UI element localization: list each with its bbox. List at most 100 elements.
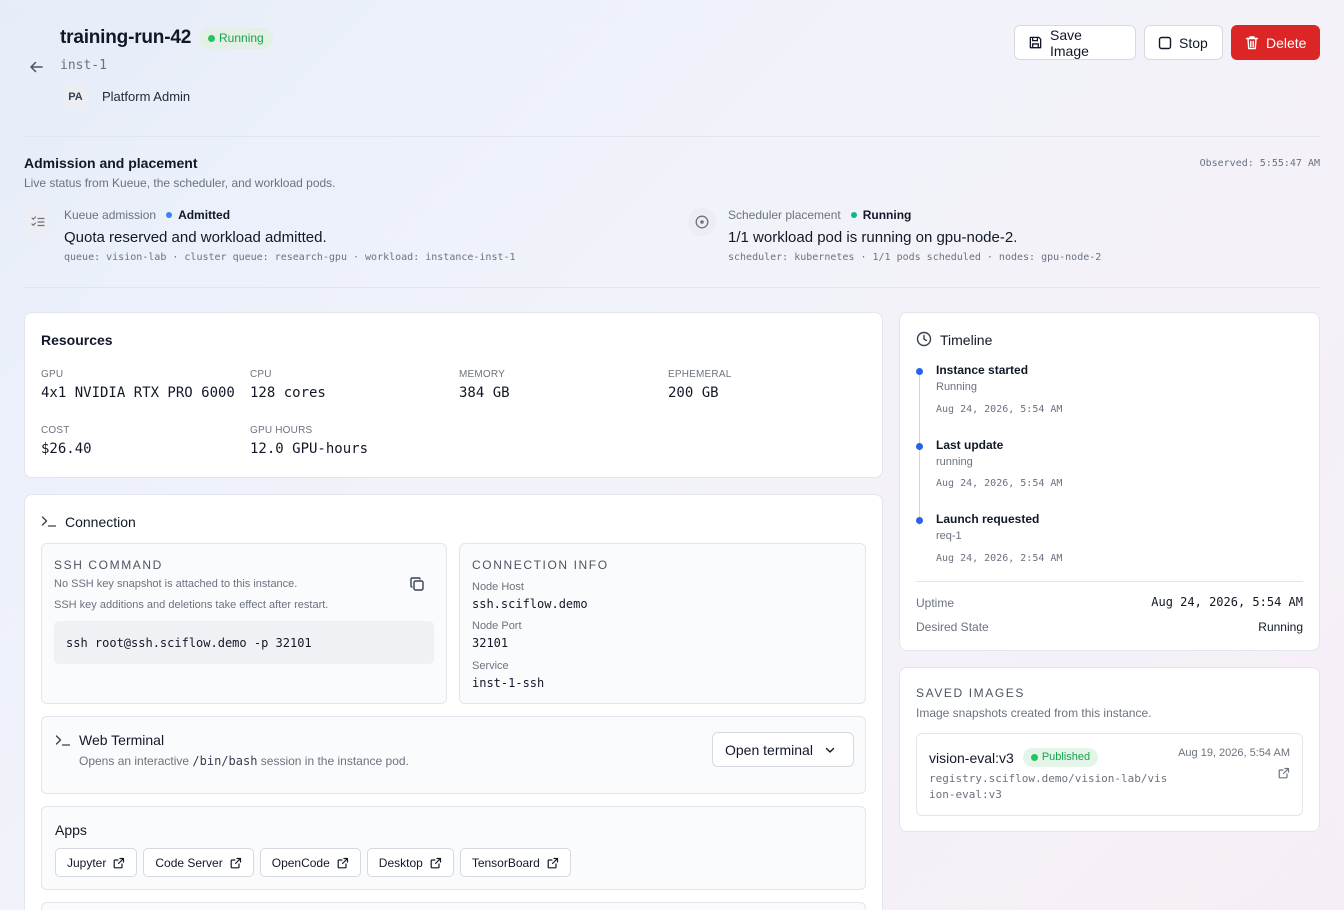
saved-image-item[interactable]: vision-eval:v3 Published registry.sciflo… [916,733,1303,816]
resource-memory: MEMORY 384 GB [459,369,510,401]
event-time: Aug 24, 2026, 5:54 AM [936,478,1063,489]
divider [24,136,1320,137]
divider [916,581,1303,582]
image-name: vision-eval:v3 [929,749,1014,766]
timeline-dot [916,368,923,375]
app-label: OpenCode [271,855,330,870]
copy-icon[interactable] [409,576,425,597]
info-label: Node Host [472,581,524,593]
resource-label: GPU [41,369,64,380]
resource-gpu: GPU 4x1 NVIDIA RTX PRO 6000 [41,369,235,401]
resource-value: $26.40 [41,441,92,457]
chevron-down-icon [825,747,835,753]
app-label: Code Server [155,855,223,870]
app-desktop-button[interactable]: Desktop [366,848,454,877]
connection-info-heading: CONNECTION INFO [472,558,609,572]
app-tensorboard-button[interactable]: TensorBoard [459,848,571,877]
web-terminal-panel: Web Terminal Opens an interactive /bin/b… [41,716,866,794]
ssh-command-text[interactable]: ssh root@ssh.sciflow.demo -p 32101 [54,621,434,664]
web-terminal-desc: Opens an interactive /bin/bash session i… [79,754,409,768]
scheduler-message: 1/1 workload pod is running on gpu-node-… [728,229,1018,246]
kueue-message: Quota reserved and workload admitted. [64,229,327,246]
resource-label: MEMORY [459,369,506,380]
event-sub: Running [936,381,977,393]
owner-name: Platform Admin [102,89,191,104]
external-link-icon [430,857,441,868]
page-title: training-run-42 [60,27,192,48]
admission-title: Admission and placement [24,155,198,171]
ssh-note: SSH key additions and deletions take eff… [54,599,329,611]
apps-panel: Apps Jupyter Code Server OpenCode Deskto… [41,806,866,890]
app-code-server-button[interactable]: Code Server [143,848,254,877]
scheduler-status: Running [850,208,911,222]
status-badge: Running [199,28,273,49]
event-time: Aug 24, 2026, 2:54 AM [936,553,1063,564]
timeline-line [919,375,920,525]
external-link-icon [230,857,241,868]
event-time: Aug 24, 2026, 5:54 AM [936,404,1063,415]
external-link-icon [113,857,125,868]
event-title: Launch requested [936,512,1040,526]
scheduler-label: Scheduler placement [728,208,841,222]
saved-images-heading: SAVED IMAGES [916,686,1026,700]
apps-list: Jupyter Code Server OpenCode Desktop Ten… [55,848,577,877]
info-label: Service [472,660,509,672]
timeline-title: Timeline [940,332,993,348]
desired-state-value: Running [1258,620,1303,634]
ssh-note: No SSH key snapshot is attached to this … [54,578,298,590]
app-label: Desktop [378,855,423,870]
scheduler-meta: scheduler: kubernetes · 1/1 pods schedul… [728,252,1102,263]
resources-card: Resources GPU 4x1 NVIDIA RTX PRO 6000 CP… [24,312,883,478]
app-label: Jupyter [67,855,107,870]
timeline-dot [916,443,923,450]
desired-state-label: Desired State [916,620,989,634]
external-link-icon [547,857,558,868]
terminal-prompt-icon [41,515,57,533]
save-icon [1029,36,1042,49]
save-image-label: Save Image [1050,26,1089,59]
checklist-icon [24,208,52,236]
apps-title: Apps [55,822,87,838]
avatar: PA [62,83,89,110]
resource-cost: COST $26.40 [41,425,92,457]
resource-cpu: CPU 128 cores [250,369,326,401]
info-value: inst-1-ssh [472,676,545,690]
admission-subtitle: Live status from Kueue, the scheduler, a… [24,176,336,190]
kueue-status: Admitted [166,208,230,222]
clock-icon [916,331,932,352]
event-sub: running [936,456,973,468]
web-terminal-title: Web Terminal [79,732,165,748]
kueue-label: Kueue admission [64,208,157,222]
image-ref: registry.sciflow.demo/vision-lab/vision-… [929,772,1168,801]
save-image-button[interactable]: Save Image [1014,25,1136,60]
app-opencode-button[interactable]: OpenCode [259,848,361,877]
resource-ephemeral: EPHEMERAL 200 GB [668,369,732,401]
open-terminal-button[interactable]: Open terminal [712,732,854,767]
trash-icon [1245,36,1259,50]
resource-value: 384 GB [459,385,510,401]
divider [24,287,1320,288]
target-icon [688,208,716,236]
resource-value: 128 cores [250,385,326,401]
info-value: ssh.sciflow.demo [472,597,588,611]
stop-button[interactable]: Stop [1144,25,1223,60]
resources-title: Resources [41,332,113,348]
stop-label: Stop [1179,34,1208,51]
resource-label: EPHEMERAL [668,369,732,380]
connection-info-panel: CONNECTION INFO Node Host ssh.sciflow.de… [459,543,866,704]
app-label: TensorBoard [471,855,540,870]
external-link-icon[interactable] [1278,766,1290,784]
desc-code: /bin/bash [192,754,258,768]
instance-id: inst-1 [60,58,107,73]
desc-text: Opens an interactive [79,754,190,768]
kueue-meta: queue: vision-lab · cluster queue: resea… [64,252,516,263]
delete-button[interactable]: Delete [1231,25,1320,60]
event-title: Instance started [936,363,1029,377]
timeline-card: Timeline Instance started Running Aug 24… [899,312,1320,651]
app-jupyter-button[interactable]: Jupyter [55,848,138,877]
saved-images-card: SAVED IMAGES Image snapshots created fro… [899,667,1320,832]
observed-time: Observed: 5:55:47 AM [1199,158,1320,169]
resource-value: 12.0 GPU-hours [250,441,369,457]
back-arrow-icon[interactable] [27,58,45,76]
external-link-icon [337,857,348,868]
